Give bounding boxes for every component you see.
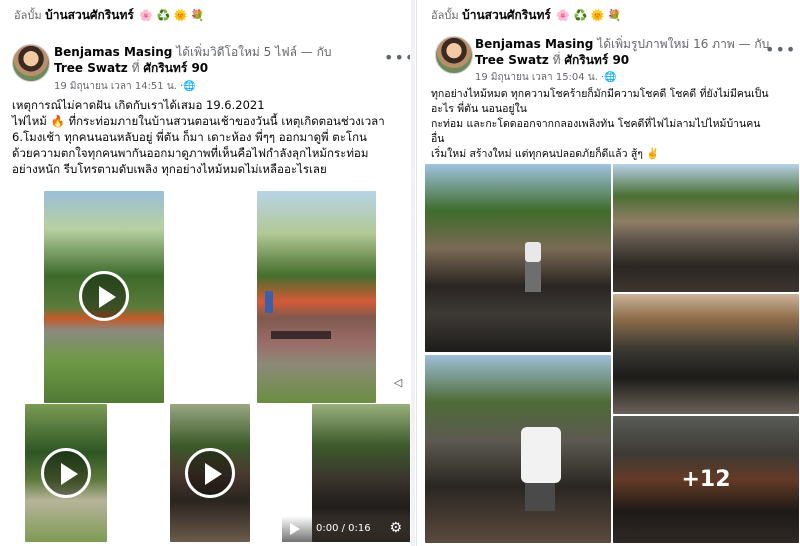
poster-name-link[interactable]: Benjamas Masing [475, 37, 593, 51]
play-button-icon[interactable] [290, 523, 300, 535]
post-timestamp[interactable]: 19 มิถุนายน เวลา 14:51 น. [54, 81, 177, 92]
post-line: 6.โมงเช้า ทุกคนนอนหลับอยู่ พี่ตัน ก็มา เ… [12, 130, 367, 144]
poster-avatar[interactable] [435, 36, 473, 74]
album-name-link[interactable]: บ้านสวนศักรินทร์ [462, 8, 551, 22]
album-emoji: 🌸 ♻️ 🌞 💐 [139, 9, 205, 22]
post-line: อื่น [431, 133, 445, 145]
post-timestamp[interactable]: 19 มิถุนายน เวลา 15:04 น. [475, 72, 598, 83]
more-dots-icon[interactable]: ••• [765, 40, 796, 59]
video-time: 0:00 / 0:16 [316, 523, 371, 534]
post-line: ไฟไหม้ 🔥 ที่กระท่อมภายในบ้านสวนตอนเช้าขอ… [12, 114, 385, 128]
place-link[interactable]: ศักรินทร์ 90 [564, 53, 629, 67]
at-word: ที่ [552, 53, 561, 67]
at-word: ที่ [131, 61, 140, 75]
video-thumbnail[interactable] [25, 404, 107, 542]
video-thumbnail[interactable] [44, 191, 164, 403]
video-controls: 0:00 / 0:16 ⚙ [282, 516, 410, 542]
post-line: เริ่มใหม่ สร้างใหม่ แต่ทุกคนปลอดภัยก็ดีแ… [431, 148, 660, 160]
post-line: อะไร พี่ตัน นอนอยู่ใน [431, 103, 527, 115]
play-icon[interactable] [185, 448, 235, 498]
post-action-text: ได้เพิ่มรูปภาพใหม่ 16 ภาพ — กับ [597, 37, 770, 51]
post-body-text: ทุกอย่างไหม้หมด ทุกความโชคร้ายก็มักมีควา… [431, 87, 769, 162]
place-link[interactable]: ศักรินทร์ 90 [143, 61, 208, 75]
photo-tile[interactable] [613, 164, 799, 292]
post-line: อย่างหนัก รีบโทรตามดับเพลิง ทุกอย่างไหม้… [12, 162, 327, 176]
video-thumbnail[interactable] [257, 191, 376, 403]
tagged-person-link[interactable]: Tree Swatz [475, 53, 549, 67]
photo-tile[interactable] [425, 355, 611, 543]
post-action-text: ได้เพิ่มวิดีโอใหม่ 5 ไฟล์ — กับ [176, 45, 332, 59]
poster-avatar[interactable] [12, 44, 50, 82]
album-emoji: 🌸 ♻️ 🌞 💐 [556, 9, 622, 22]
photo-tile[interactable] [613, 294, 799, 414]
photo-post-right: อัลบั้ม บ้านสวนศักรินทร์ 🌸 ♻️ 🌞 💐 Benjam… [416, 0, 800, 546]
tagged-person-link[interactable]: Tree Swatz [54, 61, 128, 75]
post-body-text: เหตุการณ์ไม่คาดฝัน เกิดกับเราได้เสมอ 19.… [12, 97, 385, 177]
photo-tile-more[interactable]: +12 [613, 416, 799, 543]
post-line: กะท่อม และกะโดดออกจากกลองเพลิงทัน โชคดีท… [431, 118, 761, 130]
poster-name-link[interactable]: Benjamas Masing [54, 45, 172, 59]
play-icon[interactable] [41, 448, 91, 498]
post-line: เหตุการณ์ไม่คาดฝัน เกิดกับเราได้เสมอ 19.… [12, 98, 265, 112]
play-icon[interactable] [79, 271, 129, 321]
more-dots-icon[interactable]: ••• [384, 48, 410, 67]
video-post-left: อัลบั้ม บ้านสวนศักรินทร์ 🌸 ♻️ 🌞 💐 Benjam… [0, 0, 410, 546]
panel-divider [411, 0, 415, 546]
post-line: ทุกอย่างไหม้หมด ทุกความโชคร้ายก็มักมีควา… [431, 88, 769, 100]
album-label: อัลบั้ม [431, 9, 459, 22]
album-header: อัลบั้ม บ้านสวนศักรินทร์ 🌸 ♻️ 🌞 💐 [431, 6, 622, 25]
more-photos-count[interactable]: +12 [613, 416, 799, 543]
post-timestamp-row: 19 มิถุนายน เวลา 15:04 น. ·🌐 [475, 70, 617, 85]
album-name-link[interactable]: บ้านสวนศักรินทร์ [45, 8, 134, 22]
gear-icon[interactable]: ⚙ [389, 520, 402, 536]
photo-tile[interactable] [425, 164, 611, 352]
globe-icon: ·🌐 [601, 72, 617, 83]
album-label: อัลบั้ม [14, 9, 42, 22]
globe-icon: ·🌐 [180, 81, 196, 92]
post-timestamp-row: 19 มิถุนายน เวลา 14:51 น. ·🌐 [54, 79, 196, 94]
post-line: ด้วยความตกใจทุกคนพากันออกมาดูภาพที่เห็นค… [12, 146, 369, 160]
volume-icon[interactable]: ◁ [389, 374, 407, 392]
post-header-text: Benjamas Masing ได้เพิ่มรูปภาพใหม่ 16 ภา… [475, 36, 775, 68]
video-thumbnail[interactable] [170, 404, 250, 542]
post-header-text: Benjamas Masing ได้เพิ่มวิดีโอใหม่ 5 ไฟล… [54, 44, 364, 76]
album-header: อัลบั้ม บ้านสวนศักรินทร์ 🌸 ♻️ 🌞 💐 [14, 6, 205, 25]
